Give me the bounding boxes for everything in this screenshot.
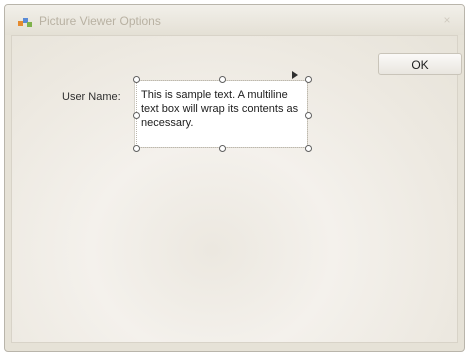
window-title: Picture Viewer Options bbox=[39, 14, 161, 28]
app-icon bbox=[17, 15, 33, 27]
user-name-textbox[interactable]: This is sample text. A multiline text bo… bbox=[134, 80, 308, 148]
resize-handle-top-center[interactable] bbox=[219, 76, 226, 83]
resize-handle-bottom-left[interactable] bbox=[133, 145, 140, 152]
resize-handle-bottom-right[interactable] bbox=[305, 145, 312, 152]
resize-handle-bottom-center[interactable] bbox=[219, 145, 226, 152]
title-bar[interactable]: Picture Viewer Options × bbox=[5, 5, 464, 35]
smart-tag-arrow-icon[interactable] bbox=[292, 71, 298, 79]
close-icon[interactable]: × bbox=[440, 13, 454, 27]
user-name-label: User Name: bbox=[62, 91, 121, 103]
resize-handle-middle-right[interactable] bbox=[305, 112, 312, 119]
resize-handle-top-right[interactable] bbox=[305, 76, 312, 83]
ok-button[interactable]: OK bbox=[378, 53, 462, 75]
resize-handle-middle-left[interactable] bbox=[133, 112, 140, 119]
resize-handle-top-left[interactable] bbox=[133, 76, 140, 83]
